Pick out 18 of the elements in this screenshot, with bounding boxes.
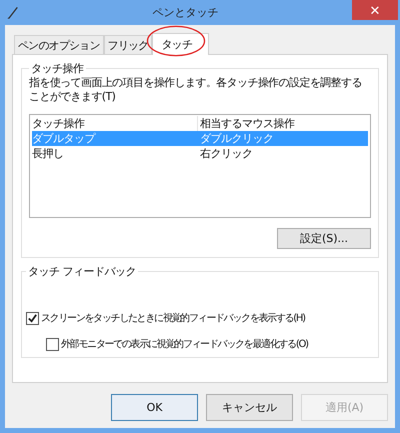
group-title: タッチ フィードバック <box>27 264 137 279</box>
tab[interactable]: タッチ <box>152 33 210 55</box>
group-title: タッチ操作 <box>30 61 84 76</box>
description-text: 指を使って画面上の項目を操作します。各タッチ操作の設定を調整することができます(T) <box>29 76 363 104</box>
pen-icon <box>7 5 19 20</box>
window-title: ペンとタッチ <box>152 5 220 20</box>
tab[interactable]: フリック <box>104 35 152 54</box>
settings-button[interactable]: 設定(S)... <box>277 228 371 249</box>
checkbox[interactable] <box>26 312 39 324</box>
dialog-button[interactable]: キャンセル <box>206 394 293 421</box>
checkbox-label[interactable]: スクリーンをタッチしたときに視覚的フィードバックを表示する(H) <box>41 311 305 325</box>
column-header[interactable]: タッチ操作 <box>32 116 197 131</box>
checkbox[interactable] <box>46 338 59 350</box>
dialog-button[interactable]: OK <box>111 394 198 421</box>
checkbox-label[interactable]: 外部モニターでの表示に視覚的フィードバックを最適化する(O) <box>61 337 308 351</box>
close-button[interactable]: ✕ <box>352 0 398 20</box>
tab[interactable]: ペンのオプション <box>14 35 104 54</box>
list-row[interactable]: 長押し 右クリック <box>32 146 368 161</box>
